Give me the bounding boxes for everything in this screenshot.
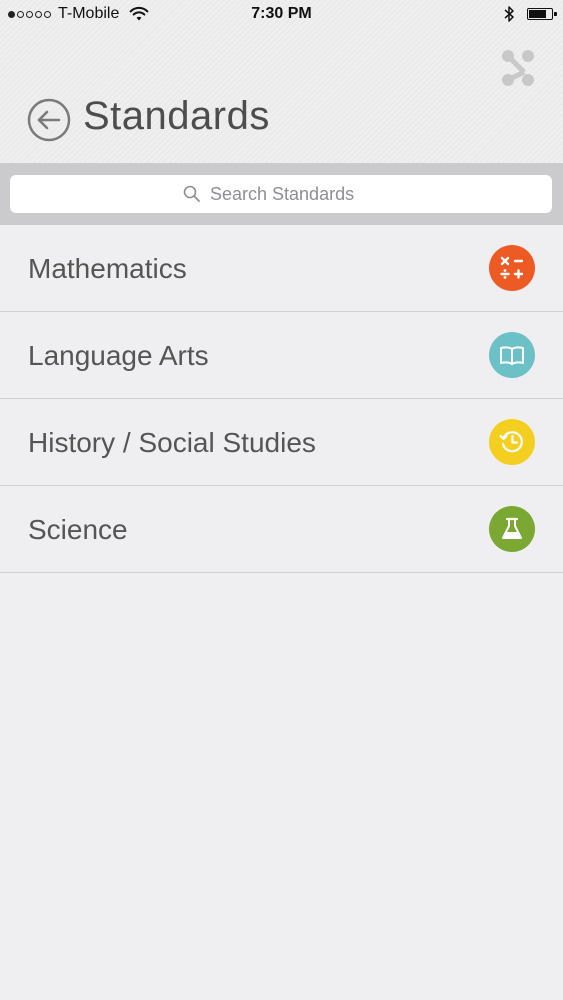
search-input[interactable] (210, 183, 380, 205)
math-operators-icon (489, 245, 535, 291)
status-bar: T-Mobile 7:30 PM (0, 0, 563, 30)
list-item-history-social-studies[interactable]: History / Social Studies (0, 399, 563, 486)
status-time: 7:30 PM (251, 5, 312, 22)
back-arrow-icon (27, 98, 71, 142)
list-item-label: History / Social Studies (28, 427, 316, 458)
share-button[interactable] (496, 46, 540, 90)
flask-icon (489, 506, 535, 552)
header: T-Mobile 7:30 PM Standards (0, 0, 563, 163)
list-item-mathematics[interactable]: Mathematics (0, 225, 563, 312)
search-field[interactable] (10, 175, 552, 213)
list-item-label: Language Arts (28, 340, 209, 371)
search-icon (183, 185, 200, 202)
page-title: Standards (83, 94, 270, 138)
search-bar (0, 163, 563, 225)
bluetooth-icon (504, 6, 514, 22)
status-bar-right (503, 5, 557, 23)
back-button[interactable] (26, 97, 72, 143)
share-icon (502, 50, 534, 86)
battery-icon (527, 8, 557, 20)
list-item-label: Science (28, 514, 128, 545)
list-item-label: Mathematics (28, 253, 187, 284)
list-item-science[interactable]: Science (0, 486, 563, 573)
open-book-icon (489, 332, 535, 378)
list-item-language-arts[interactable]: Language Arts (0, 312, 563, 399)
history-clock-icon (489, 419, 535, 465)
subject-list: Mathematics Language Arts History / Soci… (0, 225, 563, 573)
